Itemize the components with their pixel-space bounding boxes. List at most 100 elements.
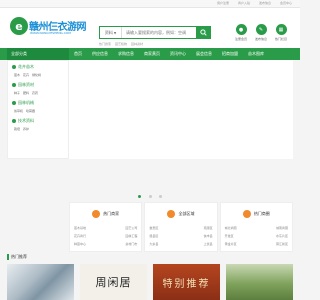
chevron-down-icon: ▼ — [113, 30, 117, 35]
logo-mark-icon: e — [10, 17, 28, 35]
case-image[interactable]: 周闲居 — [80, 264, 147, 300]
case-image[interactable] — [7, 264, 74, 300]
sidebar-link[interactable]: 苗木 — [14, 73, 20, 77]
card-row: 种苗中心 资材门市 — [74, 242, 137, 246]
card-rows: 苗木基地 园艺公司 花卉商行 园林工程 种苗中心 资材门市 — [70, 226, 141, 246]
shop-icon — [242, 210, 251, 218]
grid-icon: ▦ — [275, 24, 287, 35]
info-card: 热门商家 苗木基地 园艺公司 花卉商行 园林工程 种苗中心 资材门市 — [69, 202, 143, 252]
card-rows: 城北商圈 城南商圈 开发区 水东片区 黄金片区 蓉江新区 — [221, 226, 292, 246]
search-category-select[interactable]: 资料 ▼ — [100, 27, 122, 38]
sidebar-group-head[interactable]: 园林资材 — [12, 82, 64, 88]
hot-word[interactable]: 园艺植物 — [115, 42, 127, 46]
sidebar-link[interactable]: 花卉 — [23, 73, 29, 77]
card-link[interactable]: 上犹县 — [204, 242, 213, 246]
sidebar-link[interactable]: 肥料 — [23, 91, 29, 95]
hot-word[interactable]: 热门搜索 — [99, 42, 111, 46]
card-link[interactable]: 开发区 — [225, 234, 234, 238]
sidebar-link[interactable]: 养护 — [23, 127, 29, 131]
top-link[interactable]: 用户注册 — [217, 1, 229, 6]
sidebar-group-head[interactable]: 技术资料 — [12, 118, 64, 124]
nav-item[interactable]: 商家黄页 — [144, 51, 160, 57]
quick-post[interactable]: ✎ 发布信息 — [253, 24, 269, 41]
card-link[interactable]: 园艺公司 — [125, 226, 137, 230]
sidebar-group: 技术资料 栽培 养护 — [8, 115, 68, 133]
quick-columns[interactable]: ▦ 热门栏目 — [273, 24, 289, 41]
search-category-label: 资料 — [104, 29, 113, 35]
card-link[interactable]: 资材门市 — [125, 242, 137, 246]
card-link[interactable]: 花卉商行 — [74, 234, 86, 238]
sidebar-group-head[interactable]: 花卉苗木 — [12, 64, 64, 70]
nav-item[interactable]: 展会信息 — [196, 51, 212, 57]
card-link[interactable]: 大余县 — [149, 242, 158, 246]
hot-word[interactable]: 园林资材 — [131, 42, 143, 46]
card-link[interactable]: 蓉江新区 — [276, 242, 288, 246]
nav-item[interactable]: 供应信息 — [92, 51, 108, 57]
sidebar-link[interactable]: 种子 — [14, 91, 20, 95]
site-logo[interactable]: e 赣州仨衣游网 WWW.NONGYESHENG.COM — [10, 17, 87, 41]
card-link[interactable]: 赣县区 — [149, 234, 158, 238]
card-head: 全部区域 — [145, 210, 216, 218]
sidebar-group: 园林机械 剪草机 喷雾器 — [8, 97, 68, 115]
banner-area[interactable] — [69, 60, 293, 159]
nav-item[interactable]: 首页 — [74, 51, 82, 57]
leaf-icon — [12, 65, 16, 69]
nav-item[interactable]: 招商加盟 — [222, 51, 238, 57]
card-link[interactable]: 城北商圈 — [225, 226, 237, 230]
top-link[interactable]: 会员中心 — [280, 1, 292, 6]
card-link[interactable]: 黄金片区 — [225, 242, 237, 246]
sidebar-group: 园林资材 种子 肥料 农药 — [8, 79, 68, 97]
search-bar: 资料 ▼ — [99, 26, 211, 39]
nav-item[interactable]: 苗木图库 — [248, 51, 264, 57]
info-cards: 热门商家 苗木基地 园艺公司 花卉商行 园林工程 种苗中心 资材门市 全部区域 … — [69, 202, 293, 252]
card-link[interactable]: 信丰县 — [204, 234, 213, 238]
card-row: 开发区 水东片区 — [225, 234, 288, 238]
card-row: 大余县 上犹县 — [149, 242, 212, 246]
search-button[interactable] — [196, 27, 210, 38]
card-link[interactable]: 章贡区 — [149, 226, 158, 230]
carousel-dot[interactable] — [138, 195, 142, 198]
case-image[interactable]: 特别推荐 — [153, 264, 220, 300]
carousel-dot[interactable] — [148, 195, 152, 198]
sidebar-link[interactable]: 喷雾器 — [26, 109, 35, 113]
card-row: 赣县区 信丰县 — [149, 234, 212, 238]
nav-item[interactable]: 资讯中心 — [170, 51, 186, 57]
nav-item[interactable]: 求购信息 — [118, 51, 134, 57]
card-link[interactable]: 种苗中心 — [74, 242, 86, 246]
card-head: 热门商圈 — [221, 210, 292, 218]
carousel-dot[interactable] — [158, 195, 162, 198]
quick-register[interactable]: ● 注册会员 — [233, 24, 249, 41]
top-link[interactable]: 发布信息 — [259, 1, 271, 6]
card-link[interactable]: 园林工程 — [125, 234, 137, 238]
sidebar-group: 花卉苗木 苗木 花卉 绿化树 — [8, 61, 68, 79]
edit-icon: ✎ — [255, 24, 267, 35]
top-link[interactable]: 商户入驻 — [238, 1, 250, 6]
all-categories-tab[interactable]: 全部分类 — [7, 48, 69, 60]
top-links: 用户注册 商户入驻 发布信息 会员中心 — [217, 1, 292, 6]
card-link[interactable]: 苗木基地 — [74, 226, 86, 230]
user-icon: ● — [235, 24, 247, 35]
card-link[interactable]: 城南商圈 — [276, 226, 288, 230]
sidebar-link[interactable]: 栽培 — [14, 127, 20, 131]
quick-label: 热门栏目 — [274, 37, 287, 41]
top-bar: 用户注册 商户入驻 发布信息 会员中心 — [0, 0, 300, 8]
card-row: 章贡区 南康区 — [149, 226, 212, 230]
case-image[interactable] — [226, 264, 293, 300]
hot-words: 热门搜索 园艺植物 园林资材 — [99, 42, 143, 46]
card-row: 黄金片区 蓉江新区 — [225, 242, 288, 246]
card-link[interactable]: 水东片区 — [276, 234, 288, 238]
section-title-text: 热门推荐 — [11, 254, 27, 259]
sidebar-group-title: 技术资料 — [18, 118, 34, 123]
sidebar-link[interactable]: 剪草机 — [14, 109, 23, 113]
sidebar-group-title: 园林机械 — [18, 100, 34, 105]
card-row: 城北商圈 城南商圈 — [225, 226, 288, 230]
sidebar-links: 种子 肥料 农药 — [12, 91, 64, 95]
nav-items: 首页 供应信息 求购信息 商家黄页 资讯中心 展会信息 招商加盟 苗木图库 — [74, 48, 264, 60]
section-title: 热门推荐 — [7, 254, 27, 260]
sidebar-link[interactable]: 绿化树 — [32, 73, 41, 77]
search-input[interactable] — [122, 27, 196, 38]
quick-label: 发布信息 — [254, 37, 267, 41]
card-link[interactable]: 南康区 — [204, 226, 213, 230]
sidebar-group-head[interactable]: 园林机械 — [12, 100, 64, 106]
sidebar-link[interactable]: 农药 — [32, 91, 38, 95]
